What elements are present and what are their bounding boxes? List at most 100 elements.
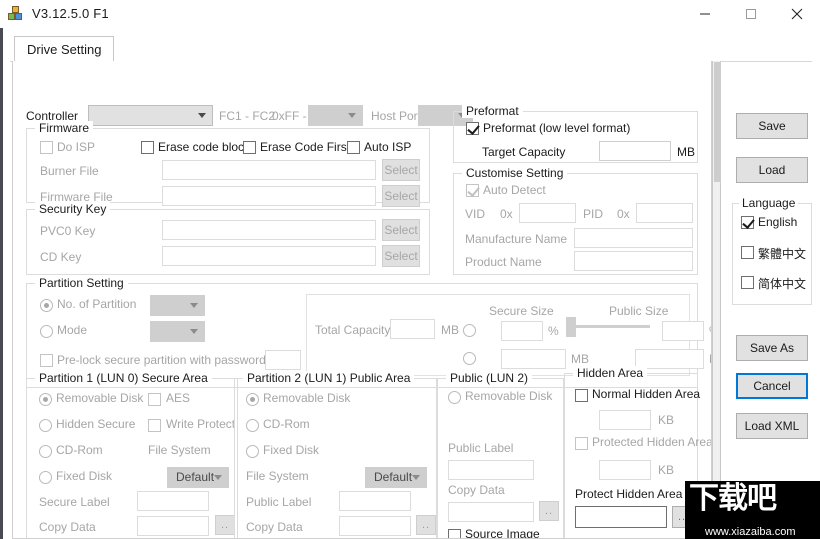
do-isp-checkbox[interactable] [40, 141, 53, 154]
partition2-copy-data-label: Copy Data [246, 520, 303, 534]
pvc0-key-input[interactable] [162, 220, 376, 240]
partition1-copy-data-browse-button[interactable]: .. [215, 515, 235, 535]
secure-size-percent-input[interactable] [501, 321, 543, 341]
firmware-file-select-button[interactable]: Select [382, 185, 420, 207]
mb-mode-radio[interactable] [463, 352, 476, 365]
total-capacity-input[interactable] [390, 319, 435, 339]
protected-hidden-area-checkbox[interactable] [575, 437, 588, 450]
target-capacity-label: Target Capacity [482, 145, 566, 159]
partition1-fixed-disk-radio[interactable] [39, 471, 52, 484]
percent-mode-radio[interactable] [463, 324, 476, 337]
protect-hidden-area-input[interactable] [575, 506, 667, 528]
pvc0-key-select-button[interactable]: Select [382, 219, 420, 241]
burner-file-select-button[interactable]: Select [382, 159, 420, 181]
maximize-icon[interactable] [728, 0, 774, 28]
partition1-aes-checkbox[interactable] [148, 393, 161, 406]
public-size-percent-input[interactable] [662, 321, 704, 341]
language-simplified-chinese-checkbox[interactable] [741, 276, 754, 289]
language-traditional-chinese-checkbox[interactable] [741, 246, 754, 259]
no-of-partition-select[interactable] [150, 295, 205, 316]
window-body: Drive Setting Controller FC1 - FC2 0xFF … [0, 28, 820, 539]
public-lun2-source-image-checkbox[interactable] [448, 529, 461, 538]
chevron-down-icon [412, 475, 420, 480]
partition1-copy-data-input[interactable] [137, 516, 209, 536]
partition1-removable-disk-radio[interactable] [39, 393, 52, 406]
hidden-area-legend: Hidden Area [573, 366, 648, 380]
save-as-button[interactable]: Save As [736, 335, 808, 361]
erase-code-block-label: Erase code block [158, 140, 251, 154]
load-xml-button[interactable]: Load XML [736, 413, 808, 439]
firmware-group: Firmware Do ISP Erase code block Erase C… [26, 121, 430, 207]
preformat-checkbox-label: Preformat (low level format) [483, 121, 631, 135]
partition2-file-system-select[interactable]: Default [365, 467, 427, 488]
cd-key-input[interactable] [162, 246, 376, 266]
chevron-down-icon [198, 113, 206, 118]
public-lun2-copy-data-input[interactable] [448, 502, 534, 522]
language-english-label: English [758, 215, 798, 229]
erase-code-block-checkbox[interactable] [141, 141, 154, 154]
chevron-down-icon [348, 113, 356, 118]
normal-hidden-area-checkbox[interactable] [575, 389, 588, 402]
partition1-cd-rom-radio[interactable] [39, 445, 52, 458]
vid-input[interactable] [519, 203, 576, 223]
protected-hidden-area-unit: KB [658, 463, 675, 477]
partition2-removable-disk-radio[interactable] [246, 393, 259, 406]
size-slider-thumb[interactable] [566, 317, 576, 337]
partition2-public-label-input[interactable] [339, 491, 411, 511]
secure-size-mb-input[interactable] [501, 349, 566, 369]
public-lun2-removable-disk-label: Removable Disk [465, 389, 553, 403]
partition2-cd-rom-radio[interactable] [246, 419, 259, 432]
public-lun2-public-label-input[interactable] [448, 460, 534, 480]
partition1-hidden-secure-radio[interactable] [39, 419, 52, 432]
partition1-write-protect-checkbox[interactable] [148, 419, 161, 432]
normal-hidden-area-input[interactable] [599, 410, 651, 430]
watermark-url: www.xiazaiba.com [705, 526, 796, 538]
language-english-checkbox[interactable] [741, 216, 754, 229]
preformat-checkbox[interactable] [466, 122, 479, 135]
no-of-partition-radio[interactable] [40, 299, 53, 312]
target-capacity-input[interactable] [599, 141, 671, 161]
manufacture-name-input[interactable] [574, 228, 693, 248]
partition1-secure-label-input[interactable] [137, 491, 209, 511]
auto-detect-checkbox[interactable] [466, 184, 479, 197]
firmware-file-input[interactable] [162, 186, 376, 206]
language-legend: Language [739, 196, 799, 210]
protect-hidden-area-label: Protect Hidden Area [575, 487, 683, 501]
close-icon[interactable] [774, 0, 820, 28]
load-button[interactable]: Load [736, 157, 808, 183]
partition1-file-system-select[interactable]: Default [167, 467, 229, 488]
public-lun2-removable-disk-radio[interactable] [448, 391, 461, 404]
erase-code-first-checkbox[interactable] [243, 141, 256, 154]
partition1-write-protect-label: Write Protect [166, 417, 236, 431]
minimize-icon[interactable] [682, 0, 728, 28]
save-button[interactable]: Save [736, 113, 808, 139]
partition2-copy-data-browse-button[interactable]: .. [416, 515, 436, 535]
product-name-input[interactable] [574, 251, 693, 271]
drive-setting-panel: Controller FC1 - FC2 0xFF - Host Port Fi… [12, 61, 712, 539]
do-isp-label: Do ISP [57, 140, 96, 154]
partition2-cd-rom-label: CD-Rom [263, 417, 310, 431]
prelock-checkbox[interactable] [40, 354, 53, 367]
partition2-group: Partition 2 (LUN 1) Public Area Removabl… [234, 371, 437, 538]
scrollbar-thumb[interactable] [714, 62, 721, 182]
partition2-copy-data-input[interactable] [339, 516, 411, 536]
cd-key-select-button[interactable]: Select [382, 245, 420, 267]
controller-select[interactable] [88, 105, 213, 126]
chevron-down-icon [190, 329, 198, 334]
burner-file-input[interactable] [162, 160, 376, 180]
mode-radio[interactable] [40, 325, 53, 338]
protected-hidden-area-input[interactable] [599, 460, 651, 480]
public-lun2-copy-data-browse-button[interactable]: .. [539, 501, 559, 521]
panel-scrollbar[interactable] [712, 61, 721, 539]
mode-select[interactable] [150, 321, 205, 342]
partition2-fixed-disk-radio[interactable] [246, 445, 259, 458]
auto-isp-checkbox[interactable] [347, 141, 360, 154]
pid-input[interactable] [636, 203, 693, 223]
size-slider-track[interactable] [576, 325, 650, 328]
controller-hex-select[interactable] [308, 105, 363, 126]
tab-drive-setting[interactable]: Drive Setting [14, 36, 115, 62]
partition1-group: Partition 1 (LUN 0) Secure Area Removabl… [26, 371, 238, 538]
partition1-fixed-disk-label: Fixed Disk [56, 469, 113, 483]
prelock-password-input[interactable] [265, 350, 301, 370]
cancel-button[interactable]: Cancel [736, 373, 808, 399]
